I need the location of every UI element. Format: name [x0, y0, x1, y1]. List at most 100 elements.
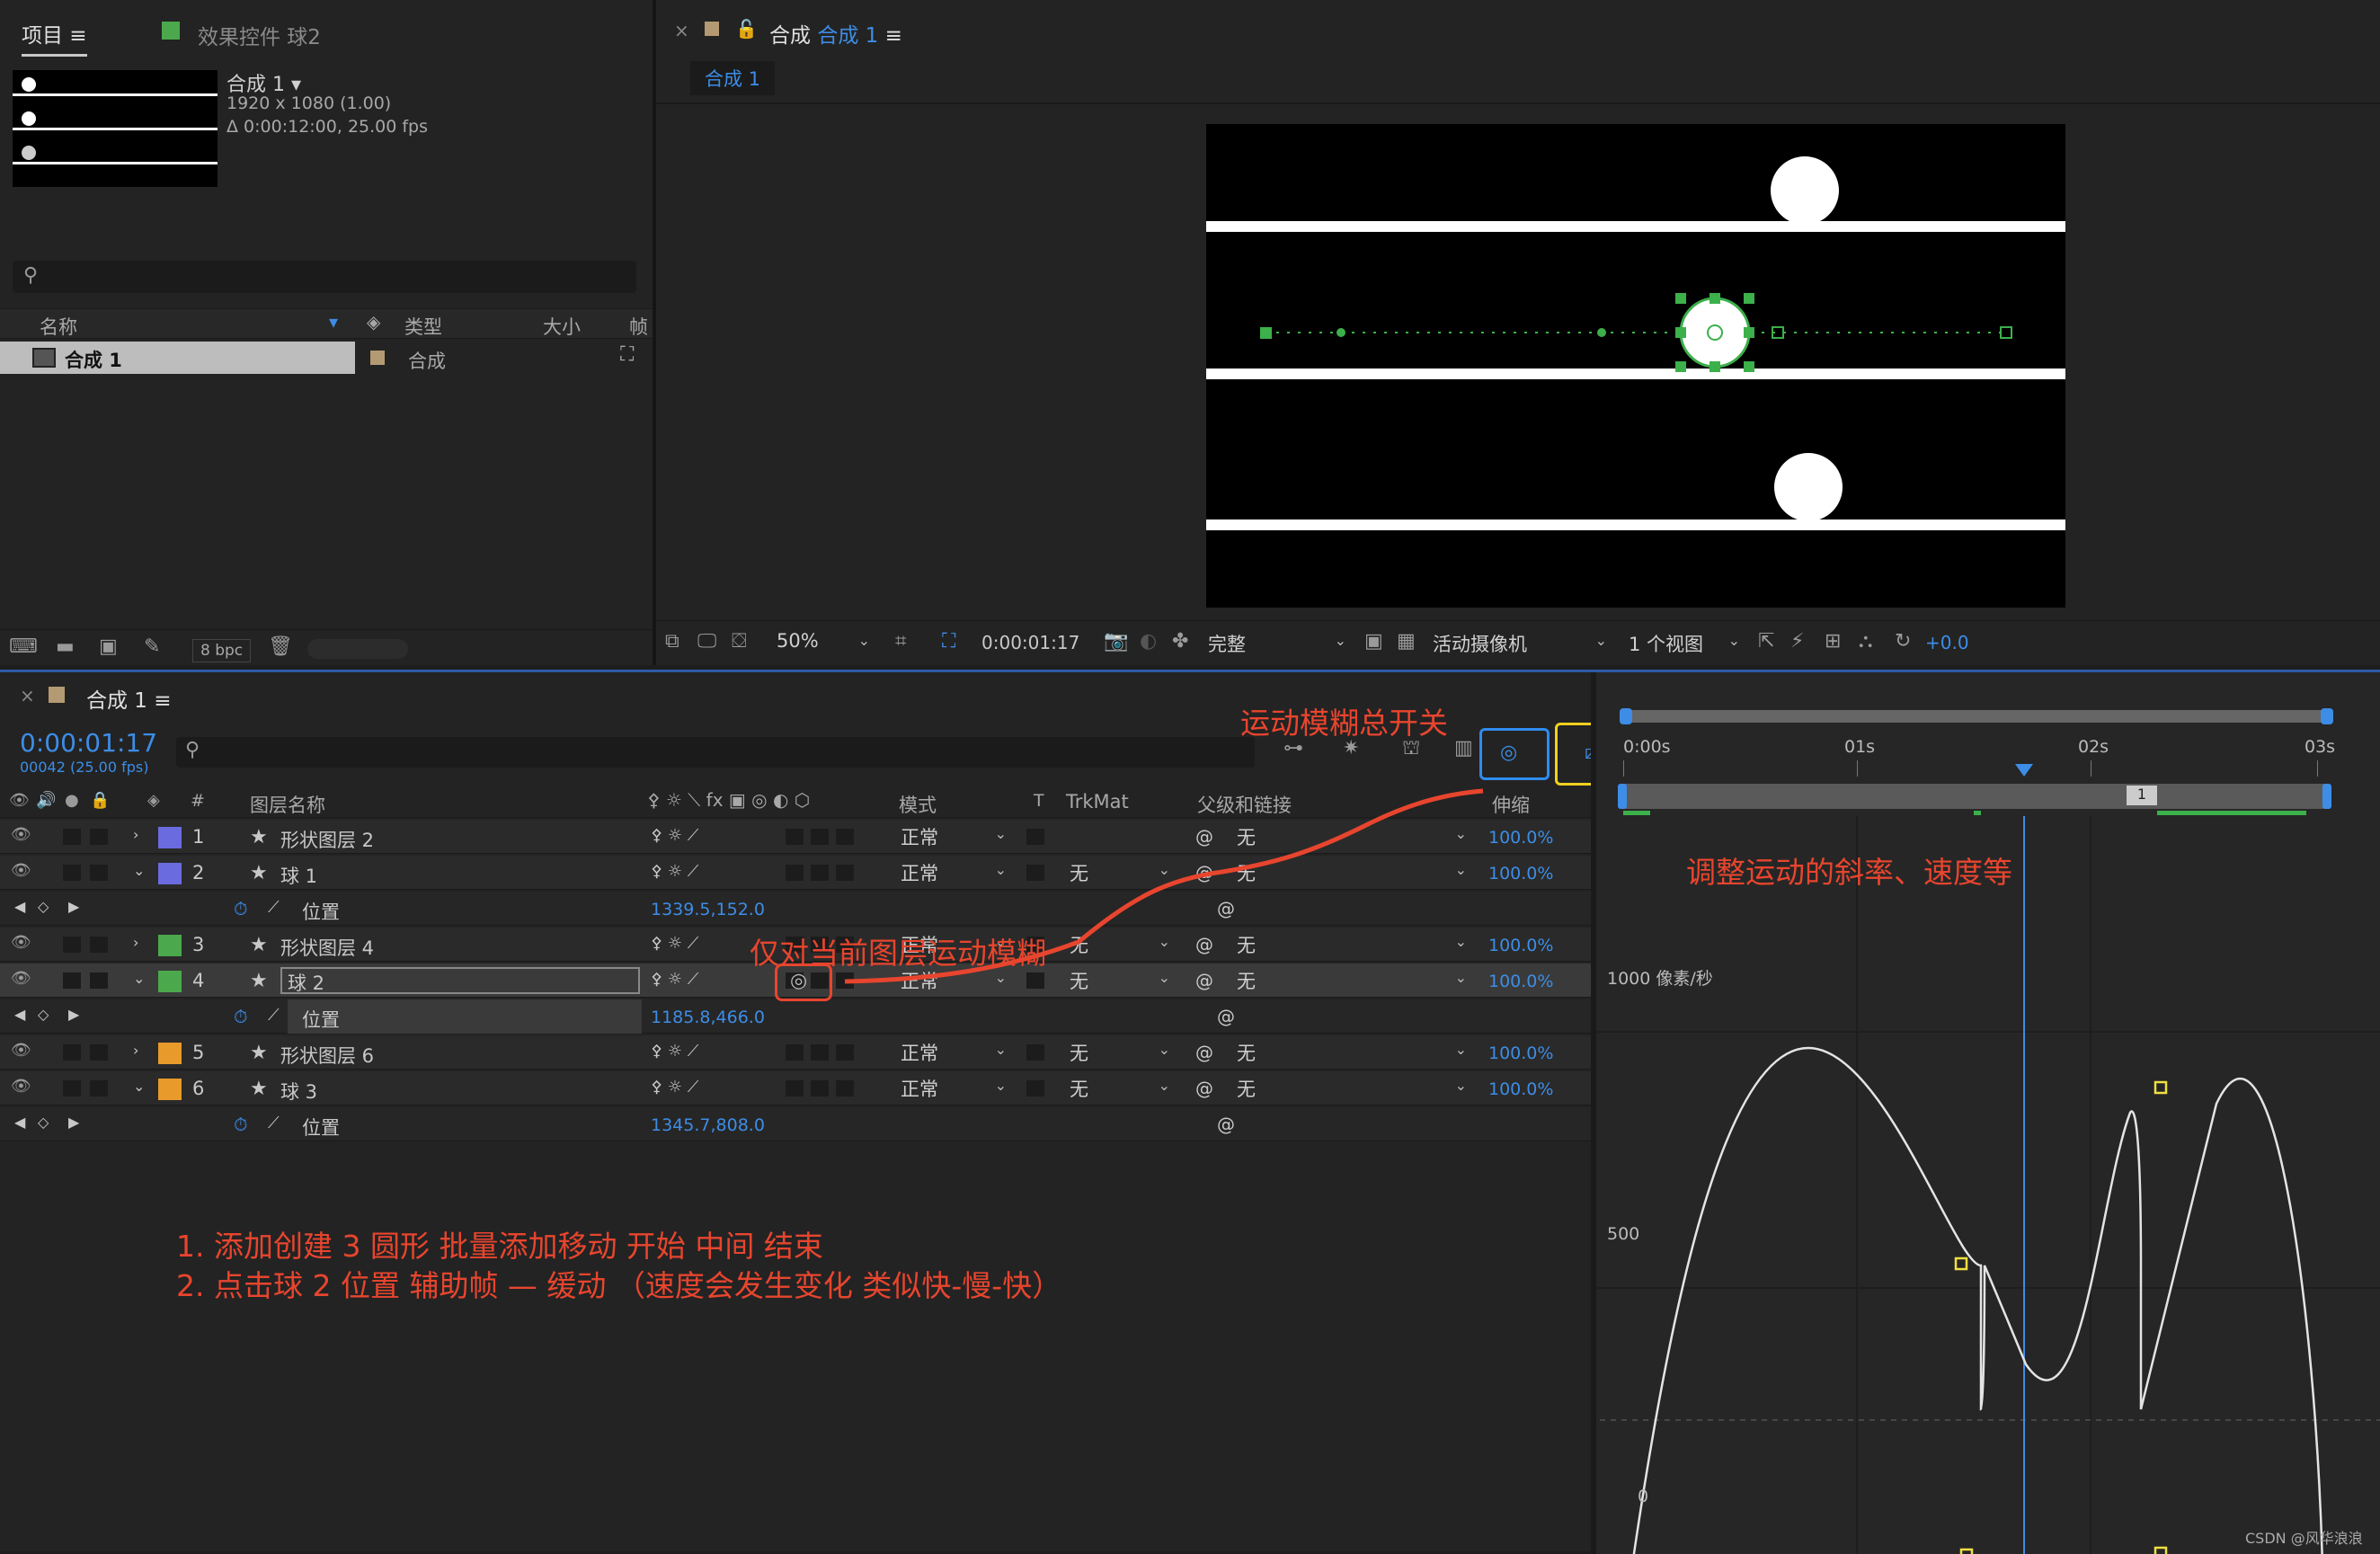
label-tag-icon[interactable]: ◈	[147, 791, 160, 810]
lock-icon[interactable]: 🔓	[735, 18, 758, 40]
stopwatch-icon[interactable]: ⏱	[234, 1006, 248, 1027]
layer-row[interactable]: 👁 ⌄ 2 ★ 球 1 ⚴ ☼ ⟋ 正常 ⌄ 无 ⌄ @ 无 ⌄ 100.0%	[0, 856, 1591, 890]
3d-toggle[interactable]	[836, 1044, 854, 1061]
work-area-bar[interactable]: 1	[1618, 784, 2331, 809]
chevron-down-icon[interactable]: ⌄	[133, 970, 145, 987]
preserve-transparency-toggle[interactable]	[1026, 1080, 1044, 1097]
blend-mode-select[interactable]: 正常 ⌄	[901, 823, 1012, 850]
stopwatch-icon[interactable]: ⏱	[234, 1114, 248, 1135]
trkmat-select[interactable]: 无 ⌄	[1070, 967, 1176, 994]
lock-icon[interactable]: 🔒	[90, 791, 110, 810]
prev-keyframe-icon[interactable]: ◀	[14, 898, 25, 915]
3d-toggle[interactable]	[836, 972, 854, 989]
monitor-icon[interactable]: 🖵	[697, 630, 716, 653]
region-of-interest-icon[interactable]: ⛶	[942, 630, 955, 653]
3d-toggle[interactable]	[836, 829, 854, 845]
preserve-transparency-toggle[interactable]	[1026, 972, 1044, 989]
keyframe-diamond-icon[interactable]: ◇	[38, 898, 49, 915]
solo-toggle[interactable]	[63, 829, 81, 845]
eye-icon[interactable]: 👁	[11, 861, 31, 880]
close-icon[interactable]: ×	[674, 20, 689, 41]
project-search-input[interactable]: ⚲	[13, 261, 636, 293]
composition-canvas[interactable]	[1206, 124, 2065, 608]
graph-icon[interactable]: ⟋	[268, 898, 280, 917]
expression-pick-whip-icon[interactable]: @	[1217, 1006, 1235, 1027]
layer-name[interactable]: 形状图层 6	[280, 1042, 374, 1069]
property-name[interactable]: 位置	[302, 1114, 340, 1141]
column-trkmat[interactable]: TrkMat	[1066, 791, 1129, 813]
lock-toggle[interactable]	[90, 829, 108, 845]
column-name[interactable]: 名称	[40, 313, 77, 340]
preserve-transparency-toggle[interactable]	[1026, 865, 1044, 881]
layer-switches[interactable]: ⚴ ☼ ⟋	[651, 934, 698, 953]
next-keyframe-icon[interactable]: ▶	[68, 1006, 79, 1023]
exposure-value[interactable]: +0.0	[1925, 632, 1969, 653]
mask-icon[interactable]: ⛋	[732, 630, 747, 653]
comp-marker[interactable]: 1	[2127, 786, 2157, 805]
interpret-footage-icon[interactable]: ⌨	[9, 635, 38, 658]
layer-label-color[interactable]	[158, 935, 182, 956]
preserve-transparency-toggle[interactable]	[1026, 1044, 1044, 1061]
trash-icon[interactable]: 🗑	[268, 635, 293, 658]
blend-mode-select[interactable]: 正常 ⌄	[901, 859, 1012, 886]
chevron-down-icon[interactable]: ⌄	[133, 862, 145, 879]
feather-icon[interactable]: ✎	[144, 635, 160, 658]
motion-blur-toggle[interactable]	[786, 1080, 804, 1097]
graph-icon[interactable]: ⟋	[268, 1006, 280, 1025]
motion-blur-toggle[interactable]	[786, 865, 804, 881]
layer-name[interactable]: 球 1	[280, 862, 317, 889]
tab-project[interactable]: 项目 ≡	[22, 18, 87, 57]
stretch-value[interactable]: 100.0%	[1488, 936, 1553, 955]
pick-whip-icon[interactable]: @	[1195, 1078, 1213, 1099]
layer-switches[interactable]: ⚴ ☼ ⟋	[651, 862, 698, 881]
viewer-tab[interactable]: 合成 合成 1 ≡	[769, 18, 902, 49]
lock-toggle[interactable]	[90, 1080, 108, 1097]
lock-toggle[interactable]	[90, 937, 108, 953]
adjustment-toggle[interactable]	[811, 1080, 829, 1097]
comp-subtab[interactable]: 合成 1	[690, 61, 776, 95]
color-channel-icon[interactable]: ✤	[1172, 630, 1188, 653]
motion-path[interactable]	[1206, 124, 2065, 608]
stretch-value[interactable]: 100.0%	[1488, 1079, 1553, 1099]
layer-row[interactable]: 👁 ⌄ 6 ★ 球 3 ⚴ ☼ ⟋ 正常 ⌄ 无 ⌄ @ 无 ⌄ 100.0%	[0, 1071, 1591, 1106]
property-row[interactable]: ◀ ◇ ▶ ⏱ ⟋ 位置 1185.8,466.0 @	[0, 999, 1591, 1034]
reset-exposure-icon[interactable]: ↻	[1895, 630, 1911, 653]
label-tag-icon[interactable]: ◈	[367, 311, 380, 333]
expression-pick-whip-icon[interactable]: @	[1217, 898, 1235, 919]
adjustment-toggle[interactable]	[811, 829, 829, 845]
column-size[interactable]: 大小	[543, 313, 581, 340]
property-value[interactable]: 1345.7,808.0	[651, 1115, 765, 1135]
layer-label-color[interactable]	[158, 1079, 182, 1100]
camera-select[interactable]: 活动摄像机 ⌄	[1433, 630, 1612, 657]
keyframe-diamond-icon[interactable]: ◇	[38, 1114, 49, 1131]
layer-name[interactable]: 形状图层 2	[280, 826, 374, 853]
trkmat-select[interactable]: 无 ⌄	[1070, 1075, 1176, 1102]
column-frame[interactable]: 帧	[629, 313, 648, 340]
views-select[interactable]: 1 个视图 ⌄	[1629, 630, 1745, 657]
flowchart-icon[interactable]: ⛶	[620, 343, 634, 366]
solo-icon[interactable]: ●	[65, 791, 79, 810]
camera-snapshot-icon[interactable]: 📷	[1104, 630, 1128, 653]
solo-toggle[interactable]	[63, 1044, 81, 1061]
audio-icon[interactable]: 🔊	[36, 791, 56, 810]
eye-icon[interactable]: 👁	[11, 1041, 31, 1060]
frame-blending-icon[interactable]: ▥	[1454, 737, 1473, 759]
trkmat-select[interactable]: 无 ⌄	[1070, 931, 1176, 958]
keyframe-diamond-icon[interactable]: ◇	[38, 1006, 49, 1023]
zoom-select[interactable]: 50% ⌄	[777, 630, 875, 657]
stretch-value[interactable]: 100.0%	[1488, 972, 1553, 991]
playhead-handle[interactable]	[2015, 764, 2033, 777]
new-folder-icon[interactable]: ▬	[56, 635, 75, 658]
solo-toggle[interactable]	[63, 865, 81, 881]
layer-label-color[interactable]	[158, 863, 182, 884]
solo-toggle[interactable]	[63, 1080, 81, 1097]
eye-icon[interactable]: 👁	[11, 825, 31, 844]
current-timecode[interactable]: 0:00:01:17	[20, 728, 157, 758]
property-value[interactable]: 1185.8,466.0	[651, 1008, 765, 1027]
pick-whip-icon[interactable]: @	[1195, 862, 1213, 884]
show-snapshot-icon[interactable]: ◐	[1140, 630, 1157, 653]
solo-toggle[interactable]	[63, 937, 81, 953]
always-preview-icon[interactable]: ⧉	[665, 630, 679, 653]
project-item-row[interactable]: 合成 1 合成 ⛶	[0, 342, 654, 374]
pick-whip-icon[interactable]: @	[1195, 1042, 1213, 1063]
